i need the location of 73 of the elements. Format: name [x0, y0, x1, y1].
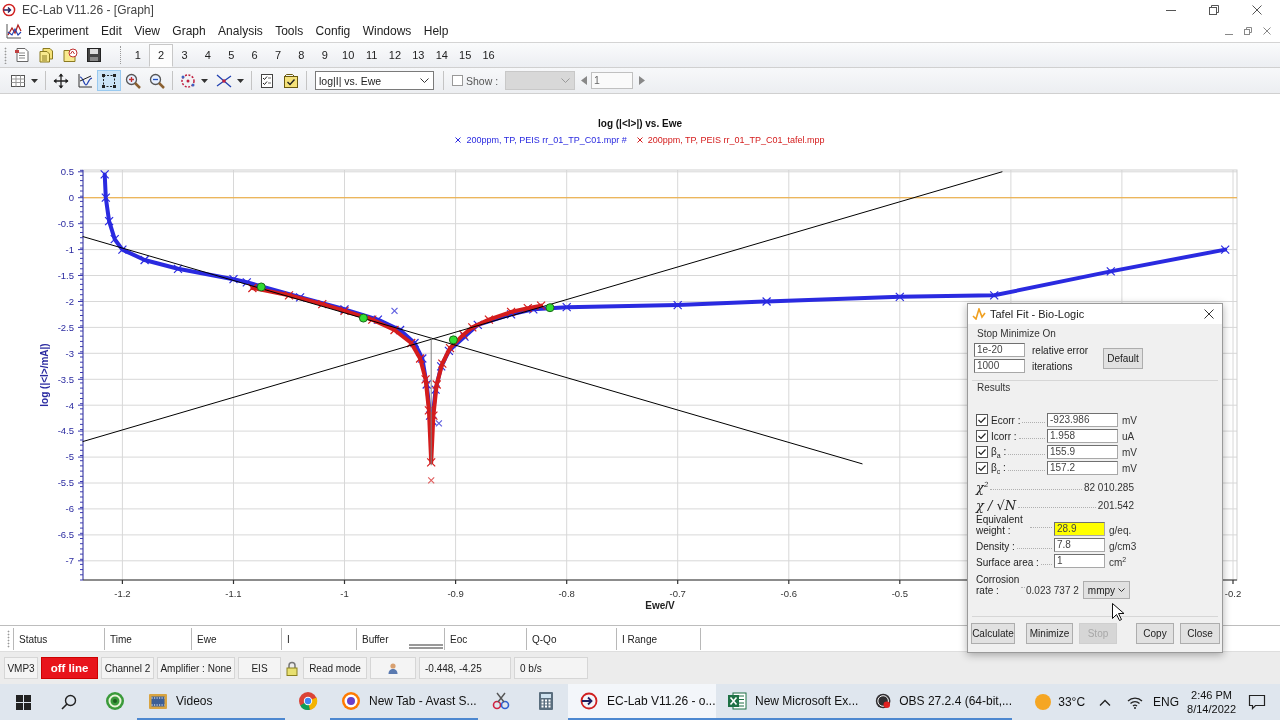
tick-label: -0.2: [1224, 588, 1242, 599]
tick-label: -0.6: [780, 588, 797, 599]
field-label: Density :: [976, 541, 1015, 552]
unit-label: mV: [1122, 446, 1137, 458]
dialog-title: Tafel Fit - Bio-Logic: [990, 308, 1085, 320]
legend-label: 200ppm, TP, PEIS rr_01_TP_C01.mpr #: [466, 134, 627, 146]
parameter-label: Ecorr :: [991, 414, 1021, 426]
tick-label: -1: [65, 243, 74, 255]
statistic-label: χ$^{2}$: [976, 479, 989, 495]
unit-label: cm$^{2}$: [1109, 555, 1127, 568]
tick-label: -3.5: [57, 373, 74, 385]
tick-label: -1: [340, 588, 349, 599]
status-field-label: Q-Qo: [532, 633, 557, 645]
statistic-value: 201.542: [1097, 499, 1134, 511]
tick-label: -6: [65, 503, 74, 515]
window-title: EC-Lab V11.26 - [Graph]: [22, 3, 154, 17]
tick-label: -0.7: [669, 588, 686, 599]
status-panel: Channel 2: [101, 657, 154, 679]
chart-title: log (|<I>|) vs. Ewe: [598, 118, 682, 130]
parameter-label: β$_{c}$ :: [991, 461, 1006, 475]
unit-label: g/eq.: [1109, 525, 1132, 536]
status-field-label: Ewe: [197, 633, 217, 645]
status-panel: -0.448, -4.25: [419, 657, 511, 679]
status-field-label: Status: [19, 633, 48, 645]
field-label: Surface area :: [976, 557, 1039, 568]
connection-status: off line: [41, 657, 98, 679]
status-panel: 0 b/s: [514, 657, 588, 679]
field-label: iterations: [1032, 360, 1073, 372]
legend-label: 200ppm, TP, PEIS rr_01_TP_C01_tafel.mpp: [647, 134, 825, 146]
tick-label: -2: [65, 295, 74, 307]
unit-label: g/cm3: [1109, 541, 1137, 552]
statistic-value: 82 010.285: [1083, 481, 1134, 493]
parameter-label: β$_{a}$ :: [991, 445, 1007, 459]
unit-label: uA: [1122, 430, 1135, 442]
status-panel: VMP3: [4, 657, 38, 679]
tick-label: -3: [65, 347, 74, 359]
tick-label: -2.5: [57, 321, 74, 333]
tick-label: -1.1: [225, 588, 242, 599]
unit-label: mV: [1122, 414, 1137, 426]
status-field-label: I: [287, 633, 290, 645]
field-label: relative error: [1032, 344, 1089, 356]
statistic-label: χ / √N: [976, 497, 1017, 513]
field-label: Equivalent weight :: [976, 514, 1024, 536]
tick-label: -4.5: [57, 425, 74, 437]
status-panel: Amplifier : None: [157, 657, 235, 679]
group-label: Stop Minimize On: [977, 328, 1056, 340]
checkbox-label: Show :: [466, 74, 499, 87]
axis-title: Ewe/V: [645, 600, 675, 611]
status-field-label: Time: [110, 633, 132, 645]
tick-label: -5.5: [57, 477, 74, 489]
group-label: Results: [977, 382, 1011, 394]
status-panel: EIS: [238, 657, 281, 679]
status-field-label: Eoc: [450, 633, 468, 645]
tick-label: -0.9: [447, 588, 464, 599]
status-field-label: Buffer: [362, 633, 389, 645]
tick-label: -1.2: [114, 588, 131, 599]
parameter-label: Icorr :: [991, 430, 1017, 442]
tick-label: 0.5: [60, 166, 74, 178]
tick-label: -6.5: [57, 529, 74, 541]
tick-label: -7: [65, 555, 74, 567]
status-field-label: I Range: [622, 633, 658, 645]
tick-label: -0.5: [891, 588, 908, 599]
axis-title: log (|<I>/mA|): [39, 343, 50, 407]
tick-label: -5: [65, 451, 74, 463]
status-panel: Read mode: [303, 657, 367, 679]
field-label: Corrosion rate :: [976, 574, 1020, 596]
tick-label: -0.8: [558, 588, 575, 599]
tick-label: -4: [65, 399, 74, 411]
tick-label: -1.5: [57, 269, 74, 281]
tick-label: -0.5: [57, 218, 74, 229]
unit-label: mV: [1122, 462, 1137, 474]
tick-label: 0: [68, 192, 74, 204]
statistic-value: 0.023 737 2: [1026, 585, 1079, 596]
